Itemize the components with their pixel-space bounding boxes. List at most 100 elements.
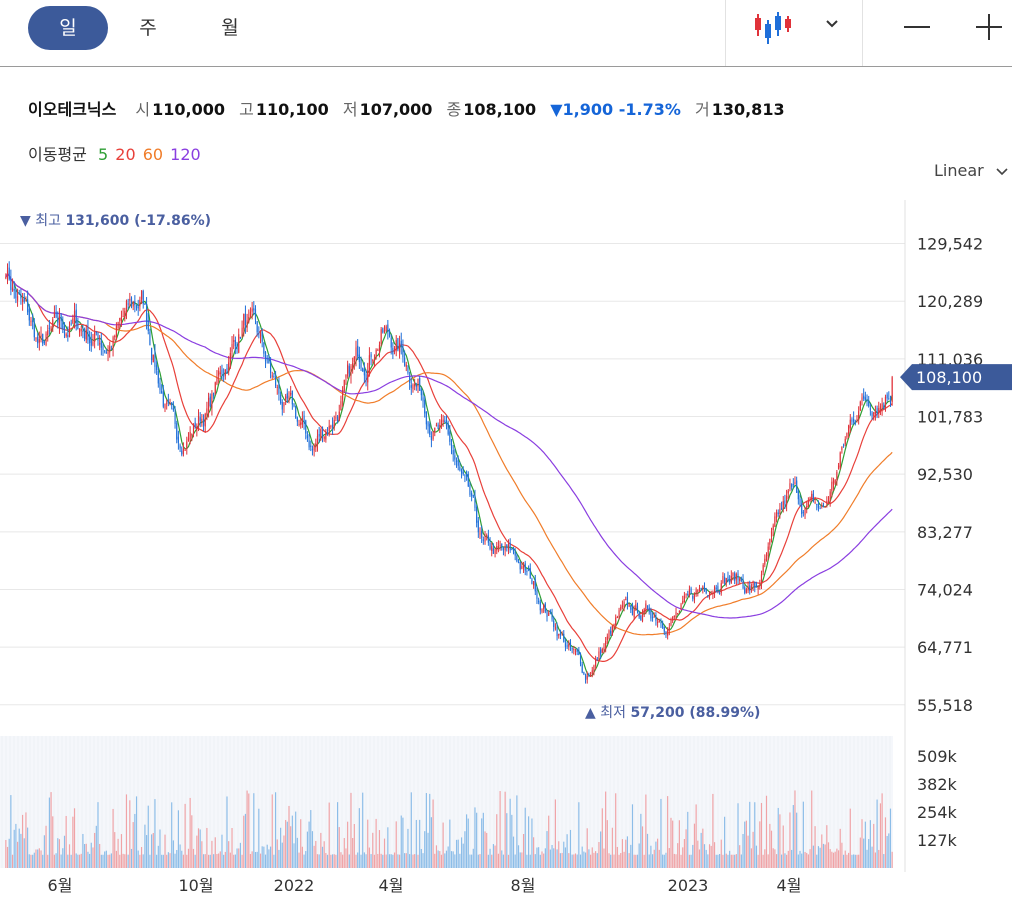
- period-tab-daily[interactable]: 일: [28, 6, 108, 50]
- candle-body: [548, 612, 550, 616]
- volume-bar: [703, 844, 706, 868]
- volume-bar: [561, 852, 563, 868]
- volume-bar: [770, 830, 773, 868]
- candle-body: [466, 473, 468, 477]
- volume-bar: [621, 839, 623, 868]
- volume-bar: [717, 854, 719, 868]
- volume-bar: [553, 848, 555, 868]
- candle-body: [318, 434, 320, 437]
- moving-average-legend[interactable]: 이동평균 5 20 60 120: [28, 141, 201, 165]
- candle-body: [439, 425, 441, 427]
- volume-bar: [834, 851, 836, 868]
- volume-bar: [226, 796, 228, 868]
- candle-body: [658, 620, 660, 622]
- candle-body: [154, 351, 156, 367]
- candle-body: [727, 576, 729, 581]
- candle-body: [172, 408, 174, 410]
- candle-body: [290, 393, 292, 395]
- volume-bar: [720, 839, 722, 868]
- candle-body: [876, 408, 878, 416]
- volume-bar: [670, 817, 672, 868]
- candle-body: [286, 393, 288, 399]
- volume-bar: [610, 854, 612, 868]
- candle-body: [484, 536, 486, 542]
- volume-bar: [137, 850, 139, 868]
- volume-bar: [809, 849, 811, 868]
- candle-body: [276, 386, 278, 388]
- candle-body: [814, 502, 816, 504]
- price-tick-label: 74,024: [917, 580, 973, 599]
- volume-bar: [290, 826, 292, 868]
- volume-bar: [117, 838, 119, 868]
- candle-body: [486, 535, 488, 537]
- volume-bar: [635, 854, 637, 868]
- volume-bar: [291, 815, 293, 868]
- minus-icon[interactable]: [900, 12, 934, 42]
- candle-body: [378, 344, 381, 352]
- period-tab-weekly[interactable]: 주: [108, 6, 188, 50]
- scale-selector[interactable]: Linear: [934, 161, 1009, 180]
- candle-body: [853, 418, 855, 422]
- volume-bar: [122, 853, 124, 868]
- volume-bar: [724, 816, 726, 868]
- candle-body: [539, 602, 541, 611]
- candle-body: [122, 316, 124, 318]
- high-value: 110,100: [255, 100, 329, 119]
- volume-bar: [87, 851, 89, 868]
- candle-body: [690, 588, 692, 594]
- candle-body: [100, 340, 102, 348]
- volume-bar: [829, 849, 831, 868]
- volume-bar: [861, 819, 863, 868]
- volume-bar: [605, 791, 607, 868]
- volume-bar: [176, 850, 178, 868]
- high-marker-label: ▼ 최고 131,600 (-17.86%): [20, 213, 211, 229]
- volume-bar: [688, 854, 691, 868]
- volume-bar: [740, 854, 742, 868]
- volume-bar: [668, 848, 670, 868]
- candle-body: [574, 650, 577, 652]
- volume-bar: [233, 854, 235, 868]
- period-tab-monthly[interactable]: 월: [190, 6, 270, 50]
- volume-bar: [33, 852, 35, 868]
- volume-bar: [269, 846, 272, 868]
- volume-bar: [161, 854, 163, 868]
- candle-body: [863, 395, 865, 399]
- volume-bar: [680, 854, 682, 868]
- volume-bar: [298, 852, 300, 868]
- candle-body: [244, 313, 247, 326]
- candle-body: [387, 324, 389, 332]
- candle-body: [735, 574, 737, 580]
- candle-body: [519, 561, 521, 570]
- candle-body: [573, 649, 575, 651]
- candlestick-icon[interactable]: [752, 10, 792, 46]
- volume-bar: [460, 837, 463, 868]
- volume-bar: [775, 854, 778, 868]
- candle-body: [440, 420, 443, 427]
- plus-icon[interactable]: [972, 10, 1006, 44]
- candle-body: [871, 412, 873, 416]
- volume-bar: [450, 851, 453, 868]
- volume-bar: [328, 802, 330, 868]
- volume-bar: [129, 800, 131, 868]
- chevron-down-icon[interactable]: [822, 14, 842, 34]
- candle-body: [472, 495, 474, 497]
- candle-body: [18, 292, 20, 295]
- volume-bar: [387, 827, 389, 868]
- volume-bar: [214, 837, 216, 868]
- volume-bar: [548, 815, 550, 868]
- candle-body: [883, 405, 885, 408]
- candle-body: [129, 299, 131, 301]
- volume-bar: [539, 854, 541, 868]
- candle-body: [492, 548, 494, 554]
- volume-bar: [675, 854, 677, 868]
- candle-body: [804, 507, 806, 516]
- volume-bar: [174, 853, 176, 868]
- candle-body: [616, 616, 618, 618]
- candle-body: [159, 382, 161, 390]
- volume-bar: [589, 854, 592, 868]
- candle-body: [476, 506, 478, 523]
- volume-bar: [6, 846, 9, 868]
- volume-bar: [340, 852, 342, 868]
- candle-body: [469, 485, 471, 495]
- volume-bar: [266, 844, 268, 868]
